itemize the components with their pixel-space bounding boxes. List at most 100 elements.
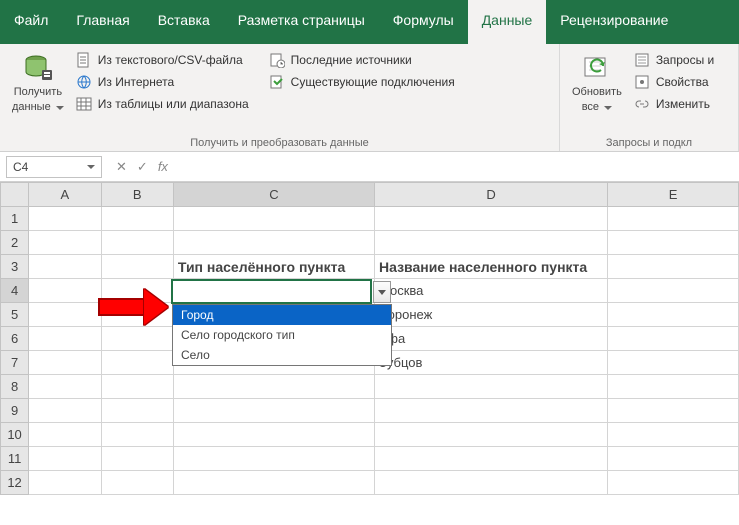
cell-D5[interactable]: Воронеж [375,303,608,327]
cell[interactable] [608,207,739,231]
cell[interactable] [375,471,608,495]
cell[interactable] [29,375,101,399]
cell[interactable] [101,375,173,399]
cell[interactable] [173,471,374,495]
cell[interactable] [375,447,608,471]
cell[interactable] [29,351,101,375]
cell[interactable] [608,255,739,279]
row-header-2[interactable]: 2 [1,231,29,255]
cell[interactable] [173,207,374,231]
select-all-corner[interactable] [1,183,29,207]
row-header-7[interactable]: 7 [1,351,29,375]
tab-home[interactable]: Главная [62,0,143,44]
from-table-button[interactable]: Из таблицы или диапазона [76,96,249,112]
cell[interactable] [101,255,173,279]
cell[interactable] [608,231,739,255]
row-header-1[interactable]: 1 [1,207,29,231]
cancel-formula-button[interactable]: ✕ [116,159,127,175]
cell[interactable] [29,255,101,279]
row-header-3[interactable]: 3 [1,255,29,279]
cell[interactable] [101,447,173,471]
cell[interactable] [375,231,608,255]
cell[interactable] [173,231,374,255]
cell-D4[interactable]: Москва [375,279,608,303]
tab-data[interactable]: Данные [468,0,547,44]
tab-insert[interactable]: Вставка [144,0,224,44]
row-header-5[interactable]: 5 [1,303,29,327]
data-validation-dropdown-button[interactable] [373,281,391,303]
cell[interactable] [101,423,173,447]
cell[interactable] [101,399,173,423]
cell-C3[interactable]: Тип населённого пункта [173,255,374,279]
cell[interactable] [608,447,739,471]
refresh-all-button[interactable]: Обновить все [568,48,626,149]
cell[interactable] [375,423,608,447]
ribbon-tabs: Файл Главная Вставка Разметка страницы Ф… [0,0,739,44]
row-header-12[interactable]: 12 [1,471,29,495]
cell[interactable] [29,303,101,327]
col-header-A[interactable]: A [29,183,101,207]
cell[interactable] [608,399,739,423]
cell-D7[interactable]: Зубцов [375,351,608,375]
tab-formulas[interactable]: Формулы [379,0,468,44]
cell[interactable] [608,423,739,447]
cell[interactable] [29,207,101,231]
col-header-E[interactable]: E [608,183,739,207]
cell[interactable] [375,375,608,399]
cell[interactable] [173,447,374,471]
cell[interactable] [608,279,739,303]
col-header-C[interactable]: C [173,183,374,207]
existing-connections-button[interactable]: Существующие подключения [269,74,455,90]
edit-links-button[interactable]: Изменить [634,96,714,112]
col-header-B[interactable]: B [101,183,173,207]
formula-input[interactable] [176,156,739,178]
cell[interactable] [29,231,101,255]
cell[interactable] [375,399,608,423]
cell[interactable] [101,327,173,351]
cell[interactable] [608,351,739,375]
tab-file[interactable]: Файл [0,0,62,44]
cell[interactable] [608,471,739,495]
from-web-button[interactable]: Из Интернета [76,74,249,90]
row-header-9[interactable]: 9 [1,399,29,423]
get-data-button[interactable]: Получить данные [8,48,68,149]
row-header-6[interactable]: 6 [1,327,29,351]
cell[interactable] [173,375,374,399]
tab-review[interactable]: Рецензирование [546,0,682,44]
cell[interactable] [101,351,173,375]
row-header-8[interactable]: 8 [1,375,29,399]
cell-D6[interactable]: Уфа [375,327,608,351]
cell[interactable] [608,327,739,351]
queries-connections-button[interactable]: Запросы и [634,52,714,68]
cell[interactable] [608,375,739,399]
properties-button[interactable]: Свойства [634,74,714,90]
tab-page-layout[interactable]: Разметка страницы [224,0,379,44]
cell-D3[interactable]: Название населенного пункта [375,255,608,279]
fx-button[interactable]: fx [158,159,168,174]
from-csv-button[interactable]: Из текстового/CSV-файла [76,52,249,68]
accept-formula-button[interactable]: ✓ [137,159,148,175]
cell[interactable] [608,303,739,327]
col-header-D[interactable]: D [375,183,608,207]
cell[interactable] [29,399,101,423]
cell[interactable] [29,447,101,471]
cell[interactable] [29,471,101,495]
cell[interactable] [173,399,374,423]
cell[interactable] [173,423,374,447]
dropdown-option[interactable]: Село городского тип [173,325,391,345]
row-header-11[interactable]: 11 [1,447,29,471]
cell[interactable] [29,279,101,303]
cell[interactable] [101,207,173,231]
cell[interactable] [101,471,173,495]
row-header-10[interactable]: 10 [1,423,29,447]
name-box[interactable]: C4 [6,156,102,178]
recent-sources-button[interactable]: Последние источники [269,52,455,68]
cell[interactable] [29,327,101,351]
cell[interactable] [29,423,101,447]
cell-C4[interactable] [173,279,374,303]
cell[interactable] [375,207,608,231]
row-header-4[interactable]: 4 [1,279,29,303]
dropdown-option[interactable]: Село [173,345,391,365]
cell[interactable] [101,231,173,255]
dropdown-option[interactable]: Город [173,305,391,325]
